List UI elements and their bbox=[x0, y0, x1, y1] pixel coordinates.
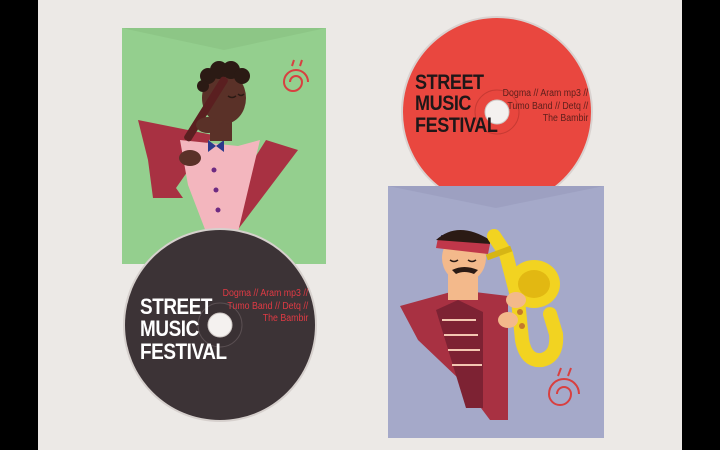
dark-disc-title-line: MUSIC bbox=[140, 316, 199, 342]
mockup-canvas: STREET MUSIC FESTIVAL Dogma // Aram mp3 … bbox=[38, 0, 682, 450]
blue-sleeve bbox=[388, 186, 604, 438]
dark-disc-band-line: Tumo Band // Detq // bbox=[227, 300, 308, 312]
red-disc-title-line: STREET bbox=[415, 71, 484, 94]
red-disc-title-line: FESTIVAL bbox=[415, 113, 498, 137]
red-disc-title: STREET MUSIC FESTIVAL bbox=[415, 71, 498, 137]
red-disc-bands: Dogma // Aram mp3 // Tumo Band // Detq /… bbox=[502, 88, 588, 126]
mockup-artwork bbox=[122, 16, 604, 438]
dark-disc-band-line: The Bambir bbox=[262, 313, 308, 324]
dark-disc-title-line: FESTIVAL bbox=[140, 338, 227, 364]
red-disc-band-line: Tumo Band // Detq // bbox=[507, 100, 588, 112]
dark-disc-title-line: STREET bbox=[140, 294, 213, 319]
dark-disc-bands: Dogma // Aram mp3 // Tumo Band // Detq /… bbox=[222, 288, 308, 326]
red-disc-band-line: Dogma // Aram mp3 // bbox=[502, 88, 588, 99]
red-disc-title-line: MUSIC bbox=[415, 92, 472, 116]
red-disc-band-line: The Bambir bbox=[542, 113, 588, 124]
dark-disc-band-line: Dogma // Aram mp3 // bbox=[222, 288, 308, 299]
dark-disc-title: STREET MUSIC FESTIVAL bbox=[140, 294, 227, 364]
